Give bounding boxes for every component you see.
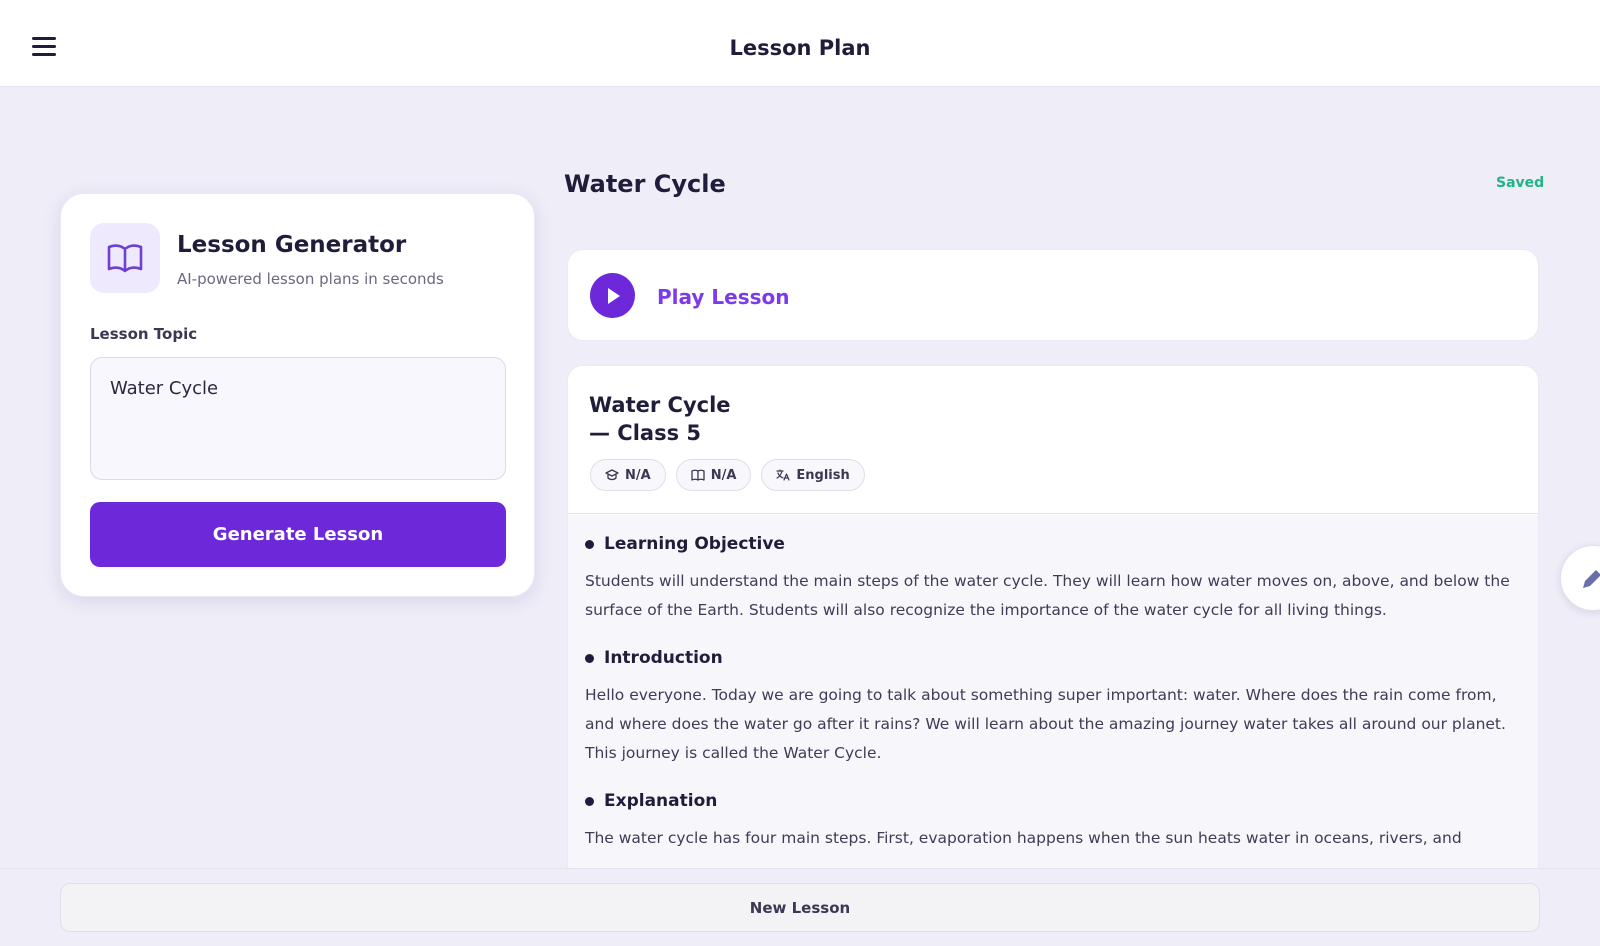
section-title-text: Explanation	[604, 791, 718, 811]
section-text: Hello everyone. Today we are going to ta…	[585, 686, 1506, 762]
section-text: Students will understand the main steps …	[585, 572, 1510, 619]
book-icon	[691, 469, 705, 481]
lesson-generator-card: Lesson Generator AI-powered lesson plans…	[60, 193, 535, 597]
section-title: Introduction	[585, 645, 1521, 671]
lesson-plan-card: Water Cycle — Class 5 N/A N/A English Le…	[567, 365, 1539, 885]
lesson-section: Learning Objective Students will underst…	[585, 531, 1521, 625]
lesson-plan-body[interactable]: Learning Objective Students will underst…	[568, 515, 1538, 884]
grade-chip-label: N/A	[625, 467, 651, 483]
section-title: Learning Objective	[585, 531, 1521, 557]
section-title: Explanation	[585, 788, 1521, 814]
top-app-bar: Lesson Plan	[0, 0, 1600, 87]
lesson-plan-title: Water Cycle — Class 5	[589, 393, 731, 445]
lesson-meta-chips: N/A N/A English	[590, 459, 865, 491]
bullet-icon	[585, 796, 594, 806]
graduation-cap-icon	[605, 469, 619, 481]
edit-lesson-button[interactable]	[1560, 545, 1600, 611]
generator-subtitle: AI-powered lesson plans in seconds	[177, 270, 444, 288]
open-book-icon	[107, 244, 143, 273]
generate-lesson-button[interactable]: Generate Lesson	[90, 502, 506, 567]
section-text: The water cycle has four main steps. Fir…	[585, 829, 1462, 847]
play-lesson-button[interactable]: Play Lesson	[567, 249, 1539, 341]
bullet-icon	[585, 653, 594, 663]
lesson-topic-input[interactable]: Water Cycle	[90, 357, 506, 480]
new-lesson-button[interactable]: New Lesson	[60, 883, 1540, 932]
section-title-text: Introduction	[604, 648, 723, 668]
bullet-icon	[585, 539, 594, 549]
section-title-text: Learning Objective	[604, 534, 785, 554]
lesson-section: Introduction Hello everyone. Today we ar…	[585, 645, 1521, 768]
play-icon	[590, 273, 635, 318]
language-chip-label: English	[796, 467, 850, 483]
saved-status-badge: Saved	[1496, 175, 1545, 191]
footer-bar: New Lesson	[0, 868, 1600, 946]
generator-logo	[90, 223, 160, 293]
lesson-heading: Water Cycle	[564, 170, 726, 198]
subject-chip: N/A	[675, 459, 752, 491]
page-title: Lesson Plan	[729, 36, 871, 60]
pencil-icon	[1583, 570, 1600, 588]
lesson-topic-label: Lesson Topic	[90, 325, 198, 343]
lesson-plan-header: Water Cycle — Class 5 N/A N/A English	[568, 366, 1538, 514]
subject-chip-label: N/A	[710, 467, 737, 483]
grade-chip: N/A	[590, 459, 666, 491]
language-chip: English	[761, 459, 865, 491]
lesson-section: Explanation The water cycle has four mai…	[585, 788, 1521, 853]
generator-title: Lesson Generator	[177, 232, 407, 258]
translate-icon	[776, 469, 791, 481]
play-lesson-label: Play Lesson	[657, 285, 790, 309]
